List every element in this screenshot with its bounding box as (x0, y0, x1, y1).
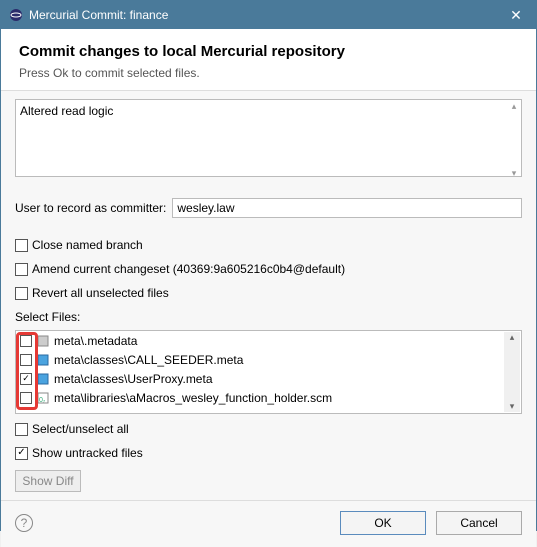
dialog-window: Mercurial Commit: finance ✕ Commit chang… (0, 0, 537, 531)
checkbox-icon[interactable] (15, 263, 28, 276)
file-meta-icon (36, 372, 50, 386)
select-all-row[interactable]: Select/unselect all (15, 420, 522, 438)
close-button[interactable]: ✕ (496, 1, 536, 29)
checkbox-icon[interactable] (20, 392, 32, 404)
file-path: meta\libraries\aMacros_wesley_function_h… (54, 391, 332, 405)
file-row[interactable]: meta\classes\CALL_SEEDER.meta (16, 350, 521, 369)
file-path: meta\classes\UserProxy.meta (54, 372, 213, 386)
file-generic-icon (36, 334, 50, 348)
dialog-footer: ? OK Cancel (1, 500, 536, 547)
file-row[interactable]: meta\classes\UserProxy.meta (16, 369, 521, 388)
dialog-subheading: Press Ok to commit selected files. (19, 66, 518, 80)
svg-text:0₇: 0₇ (39, 397, 46, 404)
commit-message-wrap: ▴ ▾ (15, 99, 522, 180)
close-branch-row[interactable]: Close named branch (15, 236, 522, 254)
scrollbar[interactable]: ▴ ▾ (504, 332, 520, 412)
revert-label: Revert all unselected files (32, 286, 169, 300)
checkbox-icon[interactable] (15, 239, 28, 252)
checkbox-icon[interactable] (20, 335, 32, 347)
titlebar: Mercurial Commit: finance ✕ (1, 1, 536, 29)
help-icon[interactable]: ? (15, 514, 33, 532)
dialog-heading: Commit changes to local Mercurial reposi… (19, 43, 518, 60)
scroll-down-icon[interactable]: ▾ (510, 401, 515, 412)
revert-row[interactable]: Revert all unselected files (15, 284, 522, 302)
file-meta-icon (36, 353, 50, 367)
eclipse-icon (9, 8, 23, 22)
file-row[interactable]: meta\.metadata (16, 331, 521, 350)
checkbox-icon[interactable] (15, 287, 28, 300)
committer-row: User to record as committer: (15, 198, 522, 218)
files-label: Select Files: (15, 310, 522, 324)
file-path: meta\classes\CALL_SEEDER.meta (54, 353, 243, 367)
select-all-label: Select/unselect all (32, 422, 129, 436)
files-area: meta\.metadata meta\classes\CALL_SEEDER.… (15, 330, 522, 414)
checkbox-icon[interactable] (15, 423, 28, 436)
file-list[interactable]: meta\.metadata meta\classes\CALL_SEEDER.… (15, 330, 522, 414)
file-path: meta\.metadata (54, 334, 137, 348)
cancel-button[interactable]: Cancel (436, 511, 522, 535)
ok-button[interactable]: OK (340, 511, 426, 535)
dialog-body: ▴ ▾ User to record as committer: Close n… (1, 91, 536, 500)
close-icon: ✕ (510, 7, 522, 24)
button-row: OK Cancel (340, 511, 522, 535)
header-region: Commit changes to local Mercurial reposi… (1, 29, 536, 91)
checkbox-icon[interactable] (20, 373, 32, 385)
amend-row[interactable]: Amend current changeset (40369:9a605216c… (15, 260, 522, 278)
file-scm-icon: 0₇ (36, 391, 50, 405)
checkbox-icon[interactable] (15, 447, 28, 460)
scroll-up-icon[interactable]: ▴ (510, 332, 515, 343)
scroll-down-icon[interactable]: ▾ (508, 168, 520, 178)
show-untracked-row[interactable]: Show untracked files (15, 444, 522, 462)
amend-label: Amend current changeset (40369:9a605216c… (32, 262, 345, 276)
committer-label: User to record as committer: (15, 201, 166, 215)
checkbox-icon[interactable] (20, 354, 32, 366)
show-diff-button[interactable]: Show Diff (15, 470, 81, 492)
window-title: Mercurial Commit: finance (29, 8, 168, 22)
commit-message-input[interactable] (15, 99, 522, 177)
scroll-up-icon[interactable]: ▴ (508, 101, 520, 111)
committer-input[interactable] (172, 198, 522, 218)
file-row[interactable]: 0₇ meta\libraries\aMacros_wesley_functio… (16, 388, 521, 407)
show-untracked-label: Show untracked files (32, 446, 143, 460)
close-branch-label: Close named branch (32, 238, 143, 252)
